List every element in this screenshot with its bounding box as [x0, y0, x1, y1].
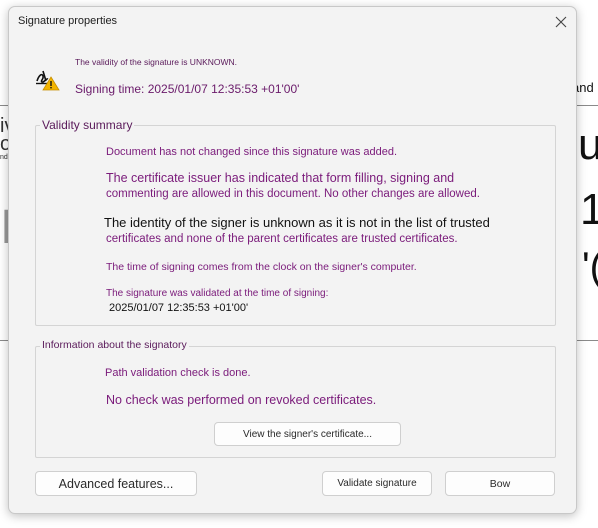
revocation-check-text: No check was performed on revoked certif… — [106, 393, 377, 407]
bg-text-nd: nd — [0, 154, 8, 161]
validated-at-line2: 2025/01/07 12:35:53 +01'00' — [109, 302, 249, 314]
validity-summary-label: Validity summary — [40, 118, 135, 132]
signatory-info-group: Information about the signatory Path val… — [35, 339, 556, 458]
signature-warning-icon — [36, 70, 60, 91]
bg-text-1: 1 — [580, 185, 598, 234]
bg-text-quote: '( — [582, 245, 598, 289]
dialog-titlebar: Signature properties — [9, 7, 576, 37]
close-icon — [555, 16, 567, 28]
identity-unknown-line1: The identity of the signer is unknown as… — [104, 215, 490, 230]
identity-unknown-line2: certificates and none of the parent cert… — [106, 233, 458, 245]
validated-at-line1: The signature was validated at the time … — [106, 288, 329, 299]
bg-text-ur: ur — [578, 120, 598, 169]
signatory-info-label: Information about the signatory — [40, 339, 189, 351]
signature-status-text: The validity of the signature is UNKNOWN… — [75, 57, 238, 67]
issuer-permissions-line2: commenting are allowed in this document.… — [106, 188, 480, 200]
doc-unchanged-text: Document has not changed since this sign… — [106, 146, 398, 158]
validity-summary-group: Validity summary Document has not change… — [35, 118, 556, 326]
issuer-permissions-line1: The certificate issuer has indicated tha… — [106, 171, 455, 185]
dialog-title: Signature properties — [18, 15, 118, 27]
signing-time-text: Signing time: 2025/01/07 12:35:53 +01'00… — [75, 82, 300, 96]
close-dialog-button[interactable]: Bow — [445, 471, 555, 496]
path-validation-text: Path validation check is done. — [105, 367, 251, 379]
view-certificate-button[interactable]: View the signer's certificate... — [214, 422, 401, 446]
validate-signature-button[interactable]: Validate signature — [322, 471, 432, 496]
time-source-text: The time of signing comes from the clock… — [106, 261, 417, 273]
advanced-features-button[interactable]: Advanced features... — [35, 471, 197, 496]
signature-properties-dialog: Signature properties The validity of the… — [8, 6, 577, 514]
close-button[interactable] — [551, 12, 571, 32]
